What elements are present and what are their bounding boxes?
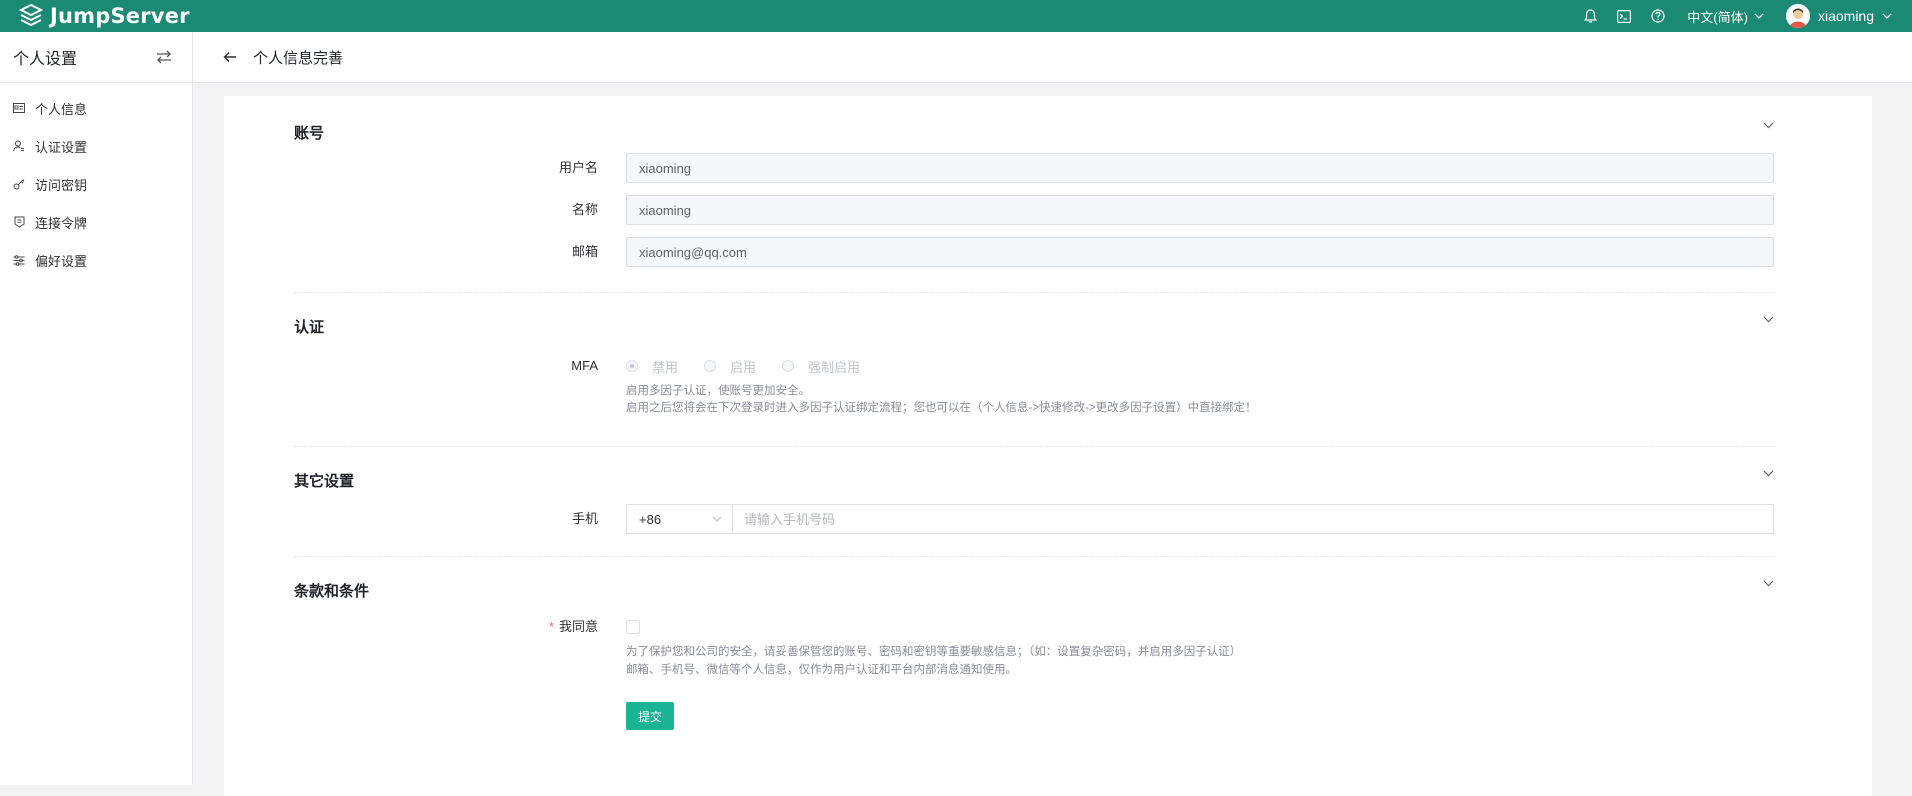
mfa-radio-disable[interactable]: 禁用	[626, 357, 678, 376]
name-label: 名称	[571, 202, 598, 217]
section-divider	[294, 556, 1774, 557]
sidebar-item-preferences[interactable]: 偏好设置	[0, 241, 192, 279]
other-settings-section: 其它设置 手机 +86	[294, 464, 1774, 544]
bell-icon[interactable]	[1583, 9, 1597, 23]
brand[interactable]: JumpServer	[18, 3, 190, 29]
sidebar-header: 个人设置	[0, 32, 192, 83]
required-mark: *	[548, 619, 554, 634]
mfa-row: MFA 禁用 启用 强制启用	[294, 351, 1774, 381]
chevron-down-icon[interactable]	[1763, 580, 1774, 587]
phone-number-input[interactable]	[733, 505, 1773, 533]
email-label: 邮箱	[571, 244, 598, 259]
email-row: 邮箱	[294, 237, 1774, 267]
page-title: 个人信息完善	[253, 49, 344, 67]
agree-label: * 我同意	[549, 612, 598, 642]
sidebar-item-auth-settings[interactable]: 认证设置	[0, 127, 192, 165]
mfa-help-line-2: 启用之后您将会在下次登录时进入多因子认证绑定流程；您也可以在（个人信息->快速修…	[626, 402, 1257, 414]
sidebar-item-label: 连接令牌	[35, 215, 88, 231]
email-field[interactable]	[626, 237, 1774, 267]
section-title: 条款和条件	[294, 583, 370, 600]
account-section: 账号 用户名 名称 邮箱	[294, 116, 1774, 267]
agree-checkbox[interactable]	[626, 620, 640, 634]
country-code-value: +86	[639, 511, 662, 527]
sidebar-menu: 个人信息 认证设置 访问密钥 连接令牌 偏好设置	[0, 83, 192, 279]
sidebar-item-label: 访问密钥	[35, 177, 88, 193]
phone-label: 手机	[571, 511, 598, 526]
sidebar-item-connection-token[interactable]: 连接令牌	[0, 203, 192, 241]
agree-label-text: 我同意	[558, 619, 598, 634]
mfa-radio-enable[interactable]: 启用	[704, 357, 756, 376]
switch-icon[interactable]	[156, 50, 172, 64]
sidebar-item-label: 个人信息	[35, 101, 88, 117]
chevron-down-icon	[1882, 13, 1892, 19]
sidebar-item-label: 偏好设置	[35, 253, 88, 269]
avatar	[1785, 4, 1810, 28]
terms-help-line-2: 邮箱、手机号、微信等个人信息，仅作为用户认证和平台内部消息通知使用。	[626, 664, 1017, 676]
radio-label: 启用	[730, 359, 757, 375]
username-field[interactable]	[626, 153, 1774, 183]
mfa-radio-force[interactable]: 强制启用	[782, 357, 860, 376]
sidebar-title: 个人设置	[13, 51, 78, 68]
terms-help-line-1: 为了保护您和公司的安全，请妥善保管您的账号、密码和密钥等重要敏感信息；（如：设置…	[626, 646, 1242, 658]
terms-section: 条款和条件 * 我同意 为了保护您和公司的安全，请妥善保管您的账号、密码和密钥等重…	[294, 574, 1774, 754]
submit-button[interactable]: 提交	[626, 702, 674, 730]
radio-circle	[704, 360, 717, 372]
jumpserver-logo-icon	[18, 3, 44, 27]
mfa-radio-group: 禁用 启用 强制启用	[626, 351, 886, 381]
chevron-down-icon[interactable]	[1763, 122, 1774, 129]
phone-row: 手机 +86	[294, 504, 1774, 534]
mfa-help-line-1: 启用多因子认证，使账号更加安全。	[626, 385, 810, 397]
username-row: 用户名	[294, 153, 1774, 183]
mfa-label: MFA	[571, 358, 598, 373]
section-divider	[294, 446, 1774, 447]
page-header: 个人信息完善	[193, 32, 1912, 83]
country-code-select[interactable]: +86	[627, 505, 733, 533]
help-icon[interactable]	[1651, 9, 1665, 23]
back-arrow-icon[interactable]	[223, 51, 237, 63]
brand-name: JumpServer	[50, 4, 190, 28]
auth-section: 认证 MFA 禁用 启用 强制启用 启用多因子认证，使账号更加安全。 启用之后您…	[294, 310, 1774, 430]
phone-input-group: +86	[626, 504, 1774, 534]
sidebar-item-access-key[interactable]: 访问密钥	[0, 165, 192, 203]
user-menu[interactable]: xiaoming	[1785, 4, 1892, 28]
username-label: xiaoming	[1817, 8, 1874, 24]
chevron-down-icon	[712, 516, 722, 522]
chevron-down-icon[interactable]	[1763, 316, 1774, 323]
form-card: 账号 用户名 名称 邮箱 认证 MFA 禁用 启用 强制启用	[224, 96, 1872, 796]
key-icon	[13, 178, 25, 190]
section-title: 账号	[294, 125, 325, 142]
user-shield-icon	[13, 140, 25, 152]
chevron-down-icon[interactable]	[1763, 470, 1774, 477]
name-field[interactable]	[626, 195, 1774, 225]
radio-circle	[626, 360, 638, 372]
sliders-icon	[13, 254, 25, 266]
name-row: 名称	[294, 195, 1774, 225]
radio-label: 强制启用	[808, 359, 861, 375]
language-selector[interactable]: 中文(简体)	[1687, 7, 1764, 26]
sidebar-item-label: 认证设置	[35, 139, 88, 155]
top-navbar: JumpServer 中文(简体) xiaoming	[0, 0, 1912, 32]
chevron-down-icon	[1754, 13, 1764, 19]
sidebar-item-profile[interactable]: 个人信息	[0, 89, 192, 127]
radio-label: 禁用	[652, 359, 679, 375]
section-divider	[294, 292, 1774, 293]
id-card-icon	[13, 102, 25, 114]
section-title: 其它设置	[294, 473, 355, 490]
username-label: 用户名	[558, 160, 598, 175]
terminal-icon[interactable]	[1617, 9, 1632, 23]
radio-circle	[782, 360, 795, 372]
sidebar: 个人设置 个人信息 认证设置 访问密钥 连接令牌 偏好设置	[0, 32, 193, 785]
token-icon	[13, 216, 25, 228]
agree-row: * 我同意	[294, 612, 1774, 642]
language-label: 中文(简体)	[1687, 9, 1748, 25]
section-title: 认证	[294, 319, 325, 336]
